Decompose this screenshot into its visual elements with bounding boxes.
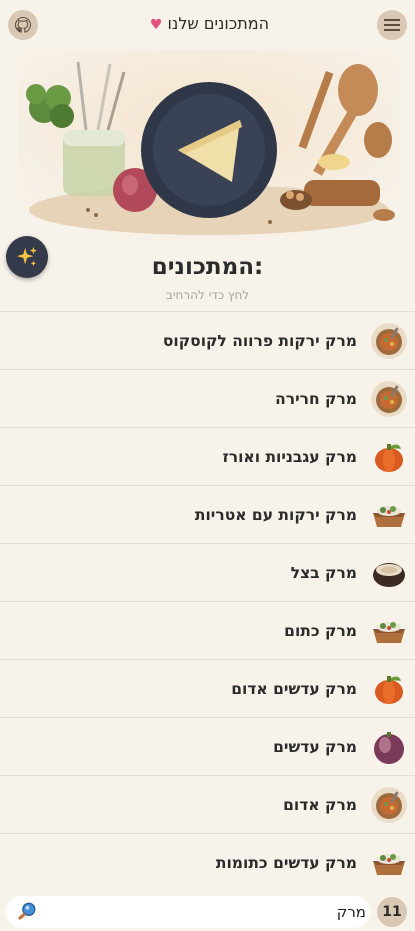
menu-button[interactable] <box>377 10 407 40</box>
soup-bowl-thumb-icon <box>371 786 407 823</box>
recipe-name: מרק עדשים כתומות <box>215 853 357 872</box>
recipe-list: מרק ירקות פרווה לקוסקוס מרק חרירה מרק עג… <box>0 311 415 891</box>
purple-fruit-thumb-icon <box>374 731 404 764</box>
recipe-item[interactable]: מרק ירקות עם אטריות <box>0 485 415 543</box>
heart-icon: ♥ <box>149 17 163 33</box>
result-count-badge: 11 <box>377 897 407 927</box>
recipe-item[interactable]: מרק בצל <box>0 543 415 601</box>
recipe-item[interactable]: מרק עגבניות ואורז <box>0 427 415 485</box>
recipe-name: מרק עגבניות ואורז <box>222 447 357 466</box>
recipe-name: מרק חרירה <box>275 389 357 408</box>
recipe-item[interactable]: מרק עדשים אדום <box>0 659 415 717</box>
recipe-item[interactable]: מרק אדום <box>0 775 415 833</box>
menu-icon <box>384 19 400 31</box>
recipe-name: מרק כתום <box>284 621 357 640</box>
recipe-name: מרק אדום <box>283 795 357 814</box>
salad-box-thumb-icon <box>373 853 405 875</box>
recipe-name: מרק עדשים <box>273 737 357 756</box>
hero-illustration <box>18 50 400 240</box>
expand-hint: לחץ כדי להרחיב <box>165 288 250 302</box>
magnifier-icon[interactable] <box>16 901 38 923</box>
recipe-name: מרק ירקות עם אטריות <box>194 505 357 524</box>
app-title-text: המתכונים שלנו <box>167 14 270 33</box>
recipes-heading: המתכונים: <box>151 254 264 280</box>
salad-box-thumb-icon <box>373 621 405 643</box>
search-bar <box>6 896 370 928</box>
recipe-name: מרק עדשים אדום <box>231 679 357 698</box>
recipe-item[interactable]: מרק חרירה <box>0 369 415 427</box>
app-title: ♥ המתכונים שלנו <box>0 14 415 33</box>
recipe-name: מרק ירקות פרווה לקוסקוס <box>162 331 357 350</box>
dark-bowl-thumb-icon <box>373 562 405 587</box>
header: ♥ המתכונים שלנו <box>0 0 415 52</box>
recipe-item[interactable]: מרק עדשים כתומות <box>0 833 415 891</box>
recipe-item[interactable]: מרק ירקות פרווה לקוסקוס <box>0 311 415 369</box>
recipe-name: מרק בצל <box>290 563 357 582</box>
pumpkin-thumb-icon <box>375 443 403 472</box>
soup-bowl-thumb-icon <box>371 322 407 359</box>
soup-bowl-thumb-icon <box>371 380 407 417</box>
pumpkin-thumb-icon <box>375 675 403 704</box>
search-input[interactable] <box>42 896 370 928</box>
recipe-item[interactable]: מרק כתום <box>0 601 415 659</box>
salad-box-thumb-icon <box>373 505 405 527</box>
recipe-item[interactable]: מרק עדשים <box>0 717 415 775</box>
